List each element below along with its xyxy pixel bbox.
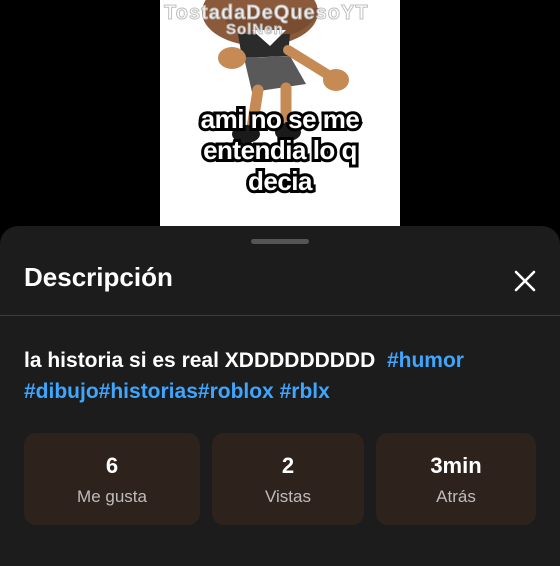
video-preview[interactable]: TostadaDeQuesoYT SolNen ami no se me ent… xyxy=(160,0,400,228)
hashtag-link[interactable]: #dibujo xyxy=(24,380,99,403)
hashtag-link[interactable]: #rblx xyxy=(280,380,330,403)
views-stat-card: 2 Vistas xyxy=(212,433,364,525)
description-text-block: la historia si es real XDDDDDDDDD #humor… xyxy=(24,345,544,407)
drag-handle[interactable] xyxy=(251,239,309,244)
upload-time-stat-card: 3min Atrás xyxy=(376,433,536,525)
caption-line: ami no se me xyxy=(198,101,363,137)
upload-time-value: 3min xyxy=(430,453,482,478)
hashtag-link[interactable]: #humor xyxy=(387,349,464,372)
hashtag-link[interactable]: #roblox xyxy=(198,380,274,403)
caption-line: decia xyxy=(245,163,316,199)
likes-stat-card: 6 Me gusta xyxy=(24,433,200,525)
likes-count: 6 xyxy=(105,453,119,478)
upload-time-label: Atrás xyxy=(436,487,476,506)
views-label: Vistas xyxy=(265,487,311,506)
description-text: la historia si es real XDDDDDDDDD xyxy=(24,349,376,372)
sheet-title: Descripción xyxy=(24,262,173,292)
close-icon xyxy=(514,270,536,292)
watermark-text: TostadaDeQuesoYT SolNen xyxy=(164,2,369,39)
hashtag-link[interactable]: #historias xyxy=(99,380,198,403)
description-sheet: Descripción la historia si es real XDDDD… xyxy=(0,226,560,566)
likes-label: Me gusta xyxy=(77,487,147,506)
divider xyxy=(0,315,560,316)
caption-line: entendia lo q xyxy=(200,132,360,168)
video-caption: ami no se me entendia lo q decia xyxy=(160,101,400,199)
close-button[interactable] xyxy=(506,262,544,300)
views-count: 2 xyxy=(281,453,295,478)
